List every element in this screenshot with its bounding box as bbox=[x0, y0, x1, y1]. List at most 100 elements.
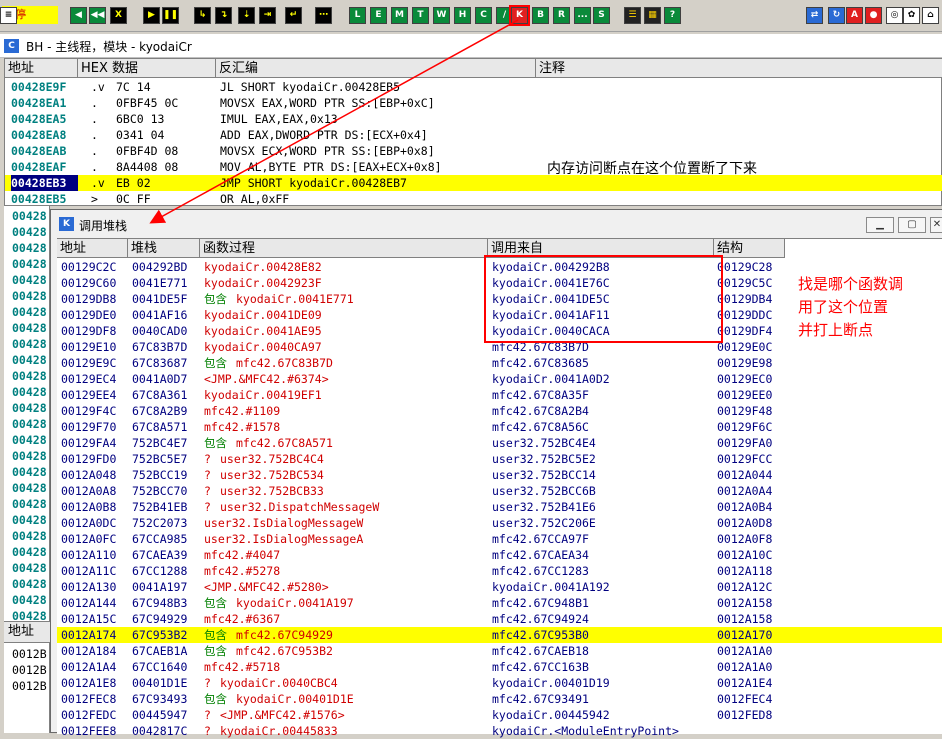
toolbar-button-17[interactable]: C bbox=[475, 7, 492, 24]
toolbar-button-8[interactable]: ⇥ bbox=[259, 7, 276, 24]
disasm-row[interactable]: 00428E9F .v 7C 14 JL SHORT kyodaiCr.00428EB… bbox=[5, 79, 942, 95]
cs-prefix: ? bbox=[204, 484, 218, 498]
callstack-row[interactable]: 00129F4C 67C8A2B9 mfc42.#1109 mfc42.67C8A2B… bbox=[57, 403, 942, 419]
disasm-row[interactable]: 00428EA8. 0341 04 ADD EAX,DWORD PTR DS:[EC… bbox=[5, 127, 942, 143]
maximize-button[interactable]: ▢ bbox=[898, 217, 926, 233]
toolbar: 暂停 ◀◀◀X▶❚❚↳↴⇣⇥↵⋯LEMTWHC/KBR...S☰▦?⇄↻A●◎✿… bbox=[0, 0, 942, 32]
callstack-row[interactable]: 00129EC4 0041A0D7 <JMP.&MFC42.#6374> kyodai… bbox=[57, 371, 942, 387]
disasm-row[interactable]: 00428EA5. 6BC0 13 IMUL EAX,EAX,0x13 bbox=[5, 111, 942, 127]
toolbar-button-31[interactable]: ◎ bbox=[886, 7, 903, 24]
annotation-box bbox=[484, 255, 723, 343]
callstack-row[interactable]: 0012A0B8 752B41EB? user32.DispatchMessage… bbox=[57, 499, 942, 515]
toolbar-button-0[interactable]: ◀ bbox=[70, 7, 87, 24]
toolbar-button-15[interactable]: W bbox=[433, 7, 450, 24]
disasm-row[interactable]: 00428EAB. 0FBF4D 08 MOVSX ECX,WORD PTR SS:… bbox=[5, 143, 942, 159]
disasm-address: 00428EA1 bbox=[11, 96, 67, 110]
toolbar-button-14[interactable]: T bbox=[412, 7, 429, 24]
cs-col-address[interactable]: 地址 bbox=[57, 239, 128, 258]
toolbar-button-13[interactable]: M bbox=[391, 7, 408, 24]
cs-prefix: 包含 bbox=[204, 596, 227, 610]
note-line: 用了这个位置 bbox=[798, 298, 889, 316]
disasm-instruction: IMUL EAX,EAX,0x13 bbox=[220, 112, 338, 126]
callstack-row[interactable]: 0012A048 752BCC19? user32.752BC534 user32.… bbox=[57, 467, 942, 483]
callstack-row[interactable]: 00129FA4 752BC4E7 包含 mfc42.67C8A571 user32.7… bbox=[57, 435, 942, 451]
toolbar-button-6[interactable]: ↴ bbox=[215, 7, 232, 24]
toolbar-button-21[interactable]: R bbox=[553, 7, 570, 24]
toolbar-button-24[interactable]: ☰ bbox=[624, 7, 641, 24]
callstack-row[interactable]: 0012FEC8 67C93493 包含 kyodaiCr.00401D1E mfc42… bbox=[57, 691, 942, 707]
cs-address: 00129E10 bbox=[61, 340, 117, 354]
cs-frame: 00129EE0 bbox=[717, 388, 773, 402]
callstack-row[interactable]: 0012A174 67C953B2 包含 mfc42.67C94929 mfc42.67… bbox=[57, 627, 942, 643]
disasm-row[interactable]: 00428EB5 >0C FF OR AL,0xFF bbox=[5, 191, 942, 207]
disassembly-pane[interactable]: 地址 HEX 数据 反汇编 注释 00428E9F .v 7C 14 JL SHORT… bbox=[4, 58, 942, 206]
toolbar-button-7[interactable]: ⇣ bbox=[238, 7, 255, 24]
toolbar-button-10[interactable]: ⋯ bbox=[315, 7, 332, 24]
disasm-address: 00428 bbox=[12, 209, 47, 223]
toolbar-button-5[interactable]: ↳ bbox=[194, 7, 211, 24]
cs-stack: 0042817C bbox=[132, 724, 188, 738]
cs-frame: 00129E0C bbox=[717, 340, 773, 354]
toolbar-button-28[interactable]: ↻ bbox=[828, 7, 845, 24]
toolbar-button-22[interactable]: ... bbox=[574, 7, 591, 24]
callstack-row[interactable]: 0012A110 67CAEA39 mfc42.#4047 mfc42.67CAEA3… bbox=[57, 547, 942, 563]
callstack-row[interactable]: 0012A184 67CAEB1A 包含 mfc42.67C953B2 mfc42.67… bbox=[57, 643, 942, 659]
cs-stack: 00445947 bbox=[132, 708, 188, 722]
col-header-address[interactable]: 地址 bbox=[5, 59, 78, 78]
callstack-row[interactable]: 0012A0DC 752C2073 user32.IsDialogMessageW u… bbox=[57, 515, 942, 531]
callstack-row[interactable]: 00129EE4 67C8A361 kyodaiCr.00419EF1 mfc42.6… bbox=[57, 387, 942, 403]
toolbar-button-19[interactable]: K bbox=[509, 5, 530, 26]
cs-stack: 0040CAD0 bbox=[132, 324, 188, 338]
cs-stack: 0041DE5F bbox=[132, 292, 188, 306]
toolbar-button-32[interactable]: ✿ bbox=[903, 7, 920, 24]
callstack-row[interactable]: 0012A15C 67C94929 mfc42.#6367 mfc42.67C9492… bbox=[57, 611, 942, 627]
callstack-row[interactable]: 0012A0FC 67CCA985 user32.IsDialogMessageA m… bbox=[57, 531, 942, 547]
close-button[interactable]: ✕ bbox=[930, 217, 942, 233]
callstack-row[interactable]: 0012FEDC 00445947? <JMP.&MFC42.#1576> kyod… bbox=[57, 707, 942, 723]
toolbar-button-34[interactable]: ≡ bbox=[0, 7, 17, 24]
callstack-row[interactable]: 0012A1E8 00401D1E? kyodaiCr.0040CBC4 kyoda… bbox=[57, 675, 942, 691]
toolbar-button-33[interactable]: ⌂ bbox=[922, 7, 939, 24]
col-header-hex[interactable]: HEX 数据 bbox=[78, 59, 216, 78]
toolbar-button-1[interactable]: ◀◀ bbox=[89, 7, 106, 24]
callstack-row[interactable]: 0012A144 67C948B3 包含 kyodaiCr.0041A197 mfc42… bbox=[57, 595, 942, 611]
dump-col-header-address[interactable]: 地址 bbox=[4, 621, 50, 643]
toolbar-button-29[interactable]: A bbox=[846, 7, 863, 24]
cs-col-stack[interactable]: 堆栈 bbox=[128, 239, 200, 258]
toolbar-button-12[interactable]: E bbox=[370, 7, 387, 24]
toolbar-button-23[interactable]: S bbox=[593, 7, 610, 24]
minimize-button[interactable]: ▁ bbox=[866, 217, 894, 233]
toolbar-button-9[interactable]: ↵ bbox=[285, 7, 302, 24]
toolbar-button-2[interactable]: X bbox=[110, 7, 127, 24]
cs-called-from: user32.752B41E6 bbox=[492, 500, 596, 514]
toolbar-button-3[interactable]: ▶ bbox=[143, 7, 160, 24]
disasm-row[interactable]: 00428EAF. 8A4408 08 MOV AL,BYTE PTR DS:[EA… bbox=[5, 159, 942, 175]
toolbar-button-30[interactable]: ● bbox=[865, 7, 882, 24]
callstack-row[interactable]: 0012A11C 67CC1288 mfc42.#5278 mfc42.67CC128… bbox=[57, 563, 942, 579]
col-header-disasm[interactable]: 反汇编 bbox=[216, 59, 536, 78]
cs-procedure: kyodaiCr.0040CA97 bbox=[204, 340, 322, 354]
toolbar-button-16[interactable]: H bbox=[454, 7, 471, 24]
callstack-row[interactable]: 00129E9C 67C83687 包含 mfc42.67C83B7D mfc42.67… bbox=[57, 355, 942, 371]
callstack-row[interactable]: 0012FEE8 0042817C? kyodaiCr.00445833 kyoda… bbox=[57, 723, 942, 739]
toolbar-button-25[interactable]: ▦ bbox=[644, 7, 661, 24]
toolbar-button-26[interactable]: ? bbox=[664, 7, 681, 24]
toolbar-button-4[interactable]: ❚❚ bbox=[162, 7, 179, 24]
cs-col-frame[interactable]: 结构 bbox=[714, 239, 785, 258]
callstack-row[interactable]: 00129FD0 752BC5E7? user32.752BC4C4 user32.… bbox=[57, 451, 942, 467]
dump-address: 0012B bbox=[12, 679, 47, 693]
toolbar-button-27[interactable]: ⇄ bbox=[806, 7, 823, 24]
callstack-row[interactable]: 0012A130 0041A197 <JMP.&MFC42.#5280> kyodai… bbox=[57, 579, 942, 595]
cs-called-from: mfc42.67CAEB18 bbox=[492, 644, 589, 658]
disasm-row[interactable]: 00428EA1. 0FBF45 0C MOVSX EAX,WORD PTR SS:… bbox=[5, 95, 942, 111]
toolbar-button-20[interactable]: B bbox=[532, 7, 549, 24]
cs-col-procedure[interactable]: 函数过程 bbox=[200, 239, 488, 258]
toolbar-button-11[interactable]: L bbox=[349, 7, 366, 24]
col-header-comment[interactable]: 注释 bbox=[536, 59, 942, 78]
disasm-row[interactable]: 00428EB3 .v EB 02 JMP SHORT kyodaiCr.00428E… bbox=[5, 175, 942, 191]
cs-procedure: user32.752BC4C4 bbox=[220, 452, 324, 466]
callstack-row[interactable]: 0012A0A8 752BCC70? user32.752BCB33 user32.… bbox=[57, 483, 942, 499]
callstack-row[interactable]: 0012A1A4 67CC1640 mfc42.#5718 mfc42.67CC163… bbox=[57, 659, 942, 675]
callstack-row[interactable]: 00129F70 67C8A571 mfc42.#1578 mfc42.67C8A56… bbox=[57, 419, 942, 435]
callstack-titlebar[interactable]: K 调用堆栈 ▁ ▢ ✕ bbox=[51, 210, 942, 238]
